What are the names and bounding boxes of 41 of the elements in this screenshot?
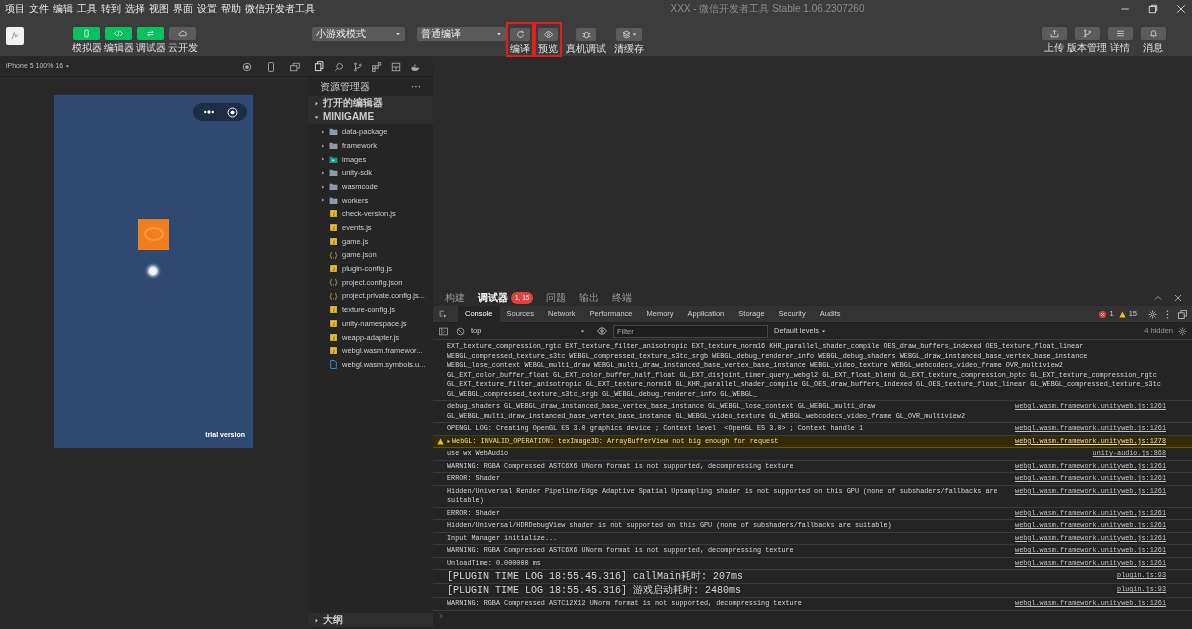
section-header[interactable]: 打开的编辑器 xyxy=(308,96,433,110)
menu-item[interactable]: 编辑 xyxy=(53,3,73,15)
log-message: [PLUGIN TIME LOG 18:55.45.316] callMain耗时: 207ms xyxy=(447,571,744,582)
button-label: 消息 xyxy=(1143,42,1163,53)
button-label: 版本管理 xyxy=(1067,42,1107,53)
menu-item[interactable]: 设置 xyxy=(197,3,217,15)
button-label: 编译 xyxy=(510,43,530,54)
button-label: 编辑器 xyxy=(103,42,134,53)
select-value: 小游戏模式 xyxy=(316,28,366,40)
button-label: 详情 xyxy=(1110,42,1130,53)
button-label: 清缓存 xyxy=(614,43,644,54)
compile-dropdown[interactable]: 普通编译 xyxy=(417,27,506,41)
section-header[interactable]: 大纲 xyxy=(308,613,433,627)
button-label: 云开发 xyxy=(167,42,198,53)
devtools-tab[interactable]: 构建 xyxy=(445,292,465,304)
more-button[interactable]: ··· xyxy=(411,80,421,93)
menu-item[interactable]: 项目 xyxy=(5,3,25,15)
devtools-tab[interactable]: 输出 xyxy=(579,292,600,304)
menu-item[interactable]: 界面 xyxy=(173,3,193,15)
mode-dropdown[interactable]: 小游戏模式 xyxy=(312,27,405,41)
button-label: 上传 xyxy=(1044,42,1064,53)
log-message: [PLUGIN TIME LOG 18:55.45.316] 游戏启动耗时: 2480ms xyxy=(447,585,742,596)
section-label: 大纲 xyxy=(323,614,343,626)
button-label: 预览 xyxy=(538,43,558,54)
menu-item[interactable]: 工具 xyxy=(77,3,97,15)
panel-title: 资源管理器 xyxy=(320,80,370,93)
select-value: 普通编译 xyxy=(421,28,461,40)
menu-item[interactable]: 视图 xyxy=(149,3,169,15)
button-label: 模拟器 xyxy=(71,42,102,53)
menu-item[interactable]: 转到 xyxy=(101,3,121,15)
section-label: MINIGAME xyxy=(323,111,375,123)
menu-item[interactable]: 文件 xyxy=(29,3,49,15)
devtools-tab[interactable]: 问题 xyxy=(546,292,567,304)
button-label: 调试器 xyxy=(135,42,166,53)
menu-item[interactable]: 微信开发者工具 xyxy=(245,3,315,15)
menu-item[interactable]: 帮助 xyxy=(221,3,241,15)
menu-item[interactable]: 选择 xyxy=(125,3,145,15)
section-header[interactable]: MINIGAME xyxy=(308,110,433,124)
section-label: 打开的编辑器 xyxy=(323,97,383,109)
button-label: 真机调试 xyxy=(566,43,606,54)
devtools-tab[interactable]: 终端 xyxy=(612,292,633,304)
